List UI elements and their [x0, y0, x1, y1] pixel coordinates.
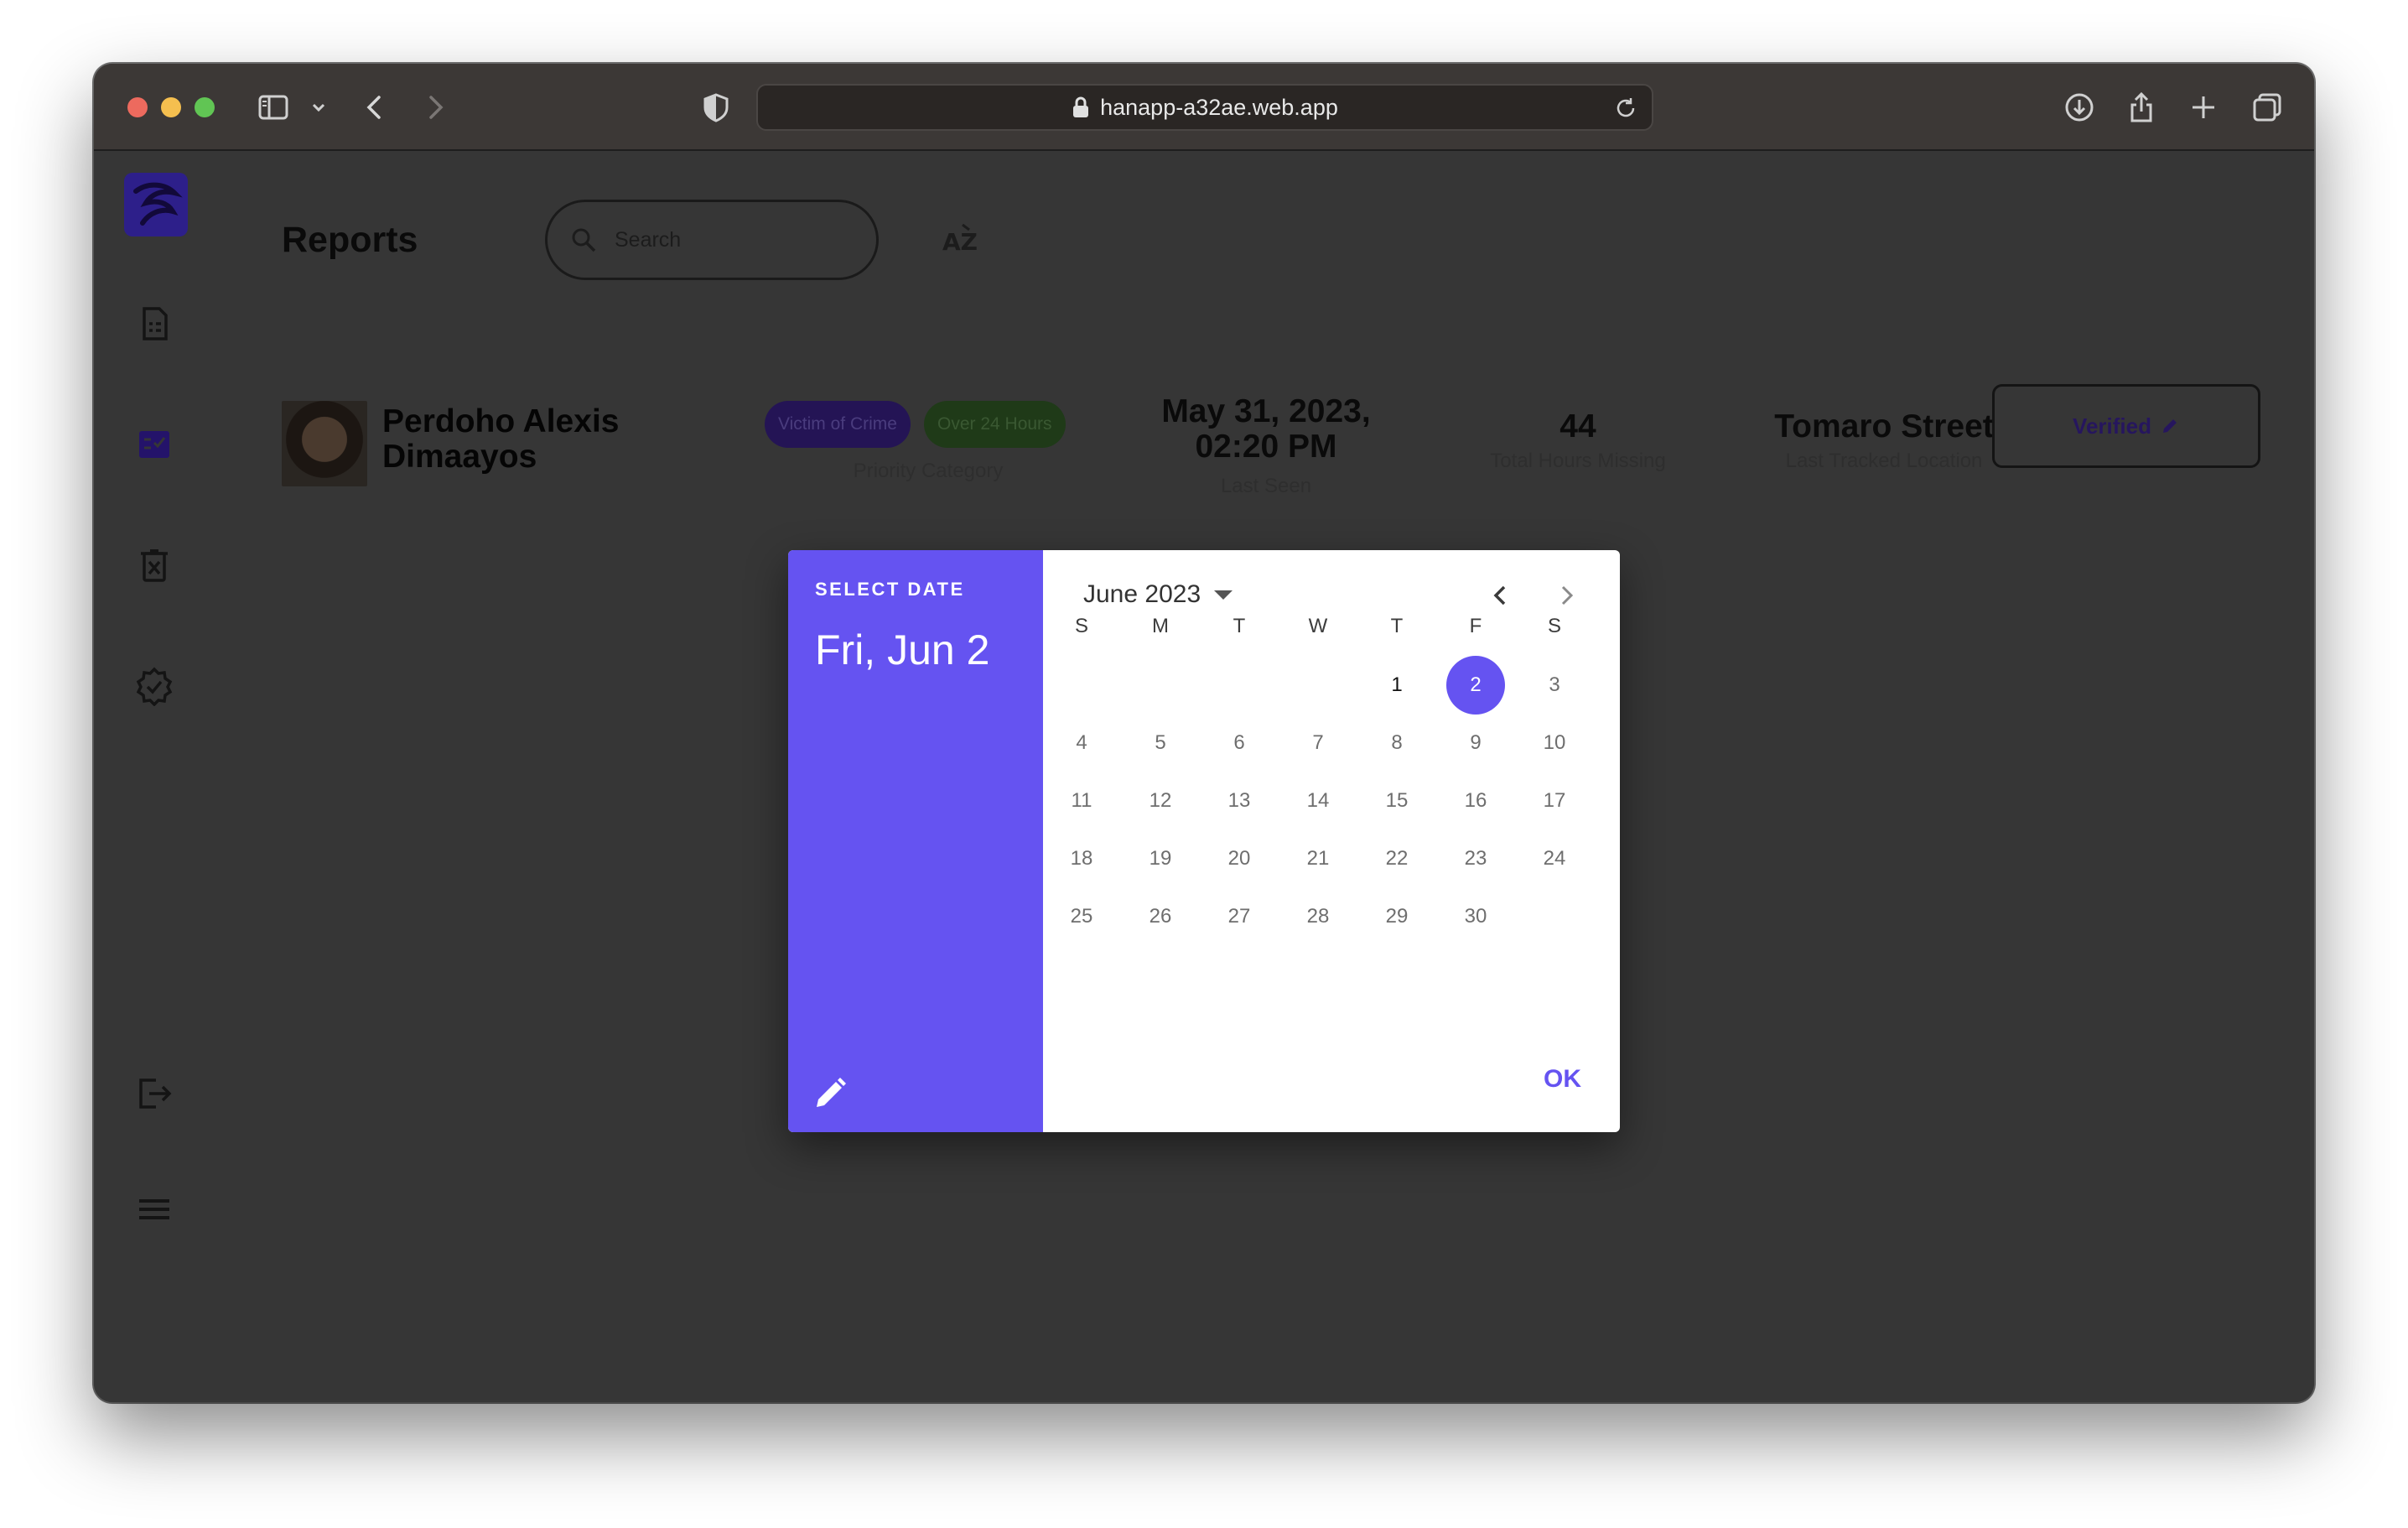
- day-cell[interactable]: 14: [1289, 772, 1347, 830]
- lock-icon: [1073, 96, 1089, 117]
- delete-list-icon[interactable]: [134, 545, 174, 585]
- verified-button[interactable]: Verified: [1992, 384, 2260, 468]
- tab-overview-icon[interactable]: [2250, 91, 2284, 124]
- day-cell[interactable]: 8: [1367, 714, 1426, 772]
- sidebar-toggle-icon[interactable]: [257, 91, 290, 124]
- day-cell[interactable]: 9: [1446, 714, 1505, 772]
- day-cell[interactable]: 25: [1052, 887, 1111, 946]
- day-cell[interactable]: 21: [1289, 829, 1347, 888]
- day-cell[interactable]: 6: [1210, 714, 1269, 772]
- day-cell[interactable]: 29: [1367, 887, 1426, 946]
- verified-button-label: Verified: [2073, 413, 2151, 439]
- svg-text:AZ: AZ: [942, 228, 978, 256]
- pencil-icon: [2162, 419, 2177, 433]
- day-cell[interactable]: 28: [1289, 887, 1347, 946]
- hours-missing-value: 44: [1559, 408, 1596, 444]
- shield-icon[interactable]: [699, 91, 733, 124]
- day-cell[interactable]: 7: [1289, 714, 1347, 772]
- back-icon[interactable]: [359, 91, 392, 124]
- person-name-line1: Perdoho Alexis: [382, 403, 620, 439]
- new-tab-icon[interactable]: [2187, 91, 2220, 124]
- day-cell[interactable]: 4: [1052, 714, 1111, 772]
- day-cell[interactable]: 12: [1131, 772, 1190, 830]
- day-selected[interactable]: 2: [1446, 656, 1505, 715]
- day-cell[interactable]: 20: [1210, 829, 1269, 888]
- search-icon: [572, 228, 596, 252]
- date-picker-calendar: June 2023 SMTWTFS 1 2 3 4 5 6 7 8 9 10 11 12 13 14 15 1…: [1043, 550, 1620, 1132]
- day-cell[interactable]: 18: [1052, 829, 1111, 888]
- day-cell[interactable]: 1: [1367, 656, 1426, 715]
- reload-icon[interactable]: [1611, 94, 1640, 122]
- minimize-window-button[interactable]: [161, 97, 181, 117]
- badge-over-24-hours: Over 24 Hours: [924, 401, 1066, 448]
- date-picker-dialog: SELECT DATE Fri, Jun 2 June 2023 SMTWTFS…: [788, 550, 1620, 1132]
- priority-label: Priority Category: [853, 460, 1004, 482]
- chevron-down-icon[interactable]: [302, 91, 335, 124]
- weekday-label: S: [1547, 615, 1561, 637]
- day-cell[interactable]: 15: [1367, 772, 1426, 830]
- forward-icon[interactable]: [418, 91, 451, 124]
- browser-window: hanapp-a32ae.web.app Reports Search AZ P…: [94, 64, 2314, 1402]
- url-text: hanapp-a32ae.web.app: [1100, 94, 1338, 120]
- day-cell[interactable]: 27: [1210, 887, 1269, 946]
- sidebar: [94, 151, 228, 1402]
- search-input[interactable]: [615, 227, 866, 252]
- last-seen-date: May 31, 2023,: [1161, 393, 1371, 429]
- day-cell[interactable]: 10: [1525, 714, 1584, 772]
- date-picker-overline: SELECT DATE: [815, 579, 965, 600]
- date-picker-header: SELECT DATE Fri, Jun 2: [788, 550, 1043, 1132]
- weekday-label: T: [1233, 615, 1246, 637]
- page-content: Reports AZ Perdoho Alexis Dimaayos Victi…: [94, 151, 2314, 1402]
- edit-icon[interactable]: [812, 1075, 849, 1112]
- sort-alpha-icon[interactable]: AZ: [941, 221, 979, 260]
- app-logo[interactable]: [124, 173, 188, 236]
- reports-icon[interactable]: [134, 304, 174, 344]
- day-cell[interactable]: 19: [1131, 829, 1190, 888]
- share-icon[interactable]: [2125, 91, 2158, 124]
- badge-victim-of-crime: Victim of Crime: [765, 401, 911, 448]
- zoom-window-button[interactable]: [195, 97, 215, 117]
- menu-icon[interactable]: [134, 1189, 174, 1229]
- day-cell[interactable]: 13: [1210, 772, 1269, 830]
- weekday-label: F: [1469, 615, 1482, 637]
- person-name-line2: Dimaayos: [382, 439, 537, 475]
- day-cell[interactable]: 23: [1446, 829, 1505, 888]
- day-cell[interactable]: 3: [1525, 656, 1584, 715]
- person-name[interactable]: Perdoho Alexis Dimaayos: [382, 404, 619, 475]
- avatar: [282, 401, 367, 486]
- day-cell[interactable]: 26: [1131, 887, 1190, 946]
- day-cell[interactable]: 22: [1367, 829, 1426, 888]
- day-cell[interactable]: 24: [1525, 829, 1584, 888]
- last-seen-time: 02:20 PM: [1195, 429, 1337, 465]
- close-window-button[interactable]: [127, 97, 148, 117]
- logout-icon[interactable]: [134, 1073, 174, 1114]
- day-cell[interactable]: 17: [1525, 772, 1584, 830]
- hours-missing-label: Total Hours Missing: [1490, 450, 1666, 472]
- day-cell[interactable]: 16: [1446, 772, 1505, 830]
- verified-icon[interactable]: [134, 666, 174, 707]
- download-icon[interactable]: [2063, 91, 2096, 124]
- address-bar[interactable]: hanapp-a32ae.web.app: [756, 84, 1653, 131]
- last-seen-label: Last Seen: [1220, 475, 1312, 497]
- search-box[interactable]: [545, 200, 879, 280]
- day-cell[interactable]: 5: [1131, 714, 1190, 772]
- weekday-label: W: [1308, 615, 1328, 637]
- selected-date-label: Fri, Jun 2: [815, 626, 990, 673]
- day-cell[interactable]: 11: [1052, 772, 1111, 830]
- day-cell[interactable]: 30: [1446, 887, 1505, 946]
- last-seen-value: May 31, 2023, 02:20 PM: [1124, 394, 1409, 465]
- weekday-label: S: [1074, 615, 1088, 637]
- weekday-label: M: [1152, 615, 1169, 637]
- browser-toolbar: hanapp-a32ae.web.app: [94, 64, 2314, 151]
- page-title: Reports: [282, 220, 418, 260]
- checklist-icon[interactable]: [134, 424, 174, 465]
- weekday-label: T: [1390, 615, 1404, 637]
- ok-button[interactable]: OK: [1544, 1065, 1581, 1094]
